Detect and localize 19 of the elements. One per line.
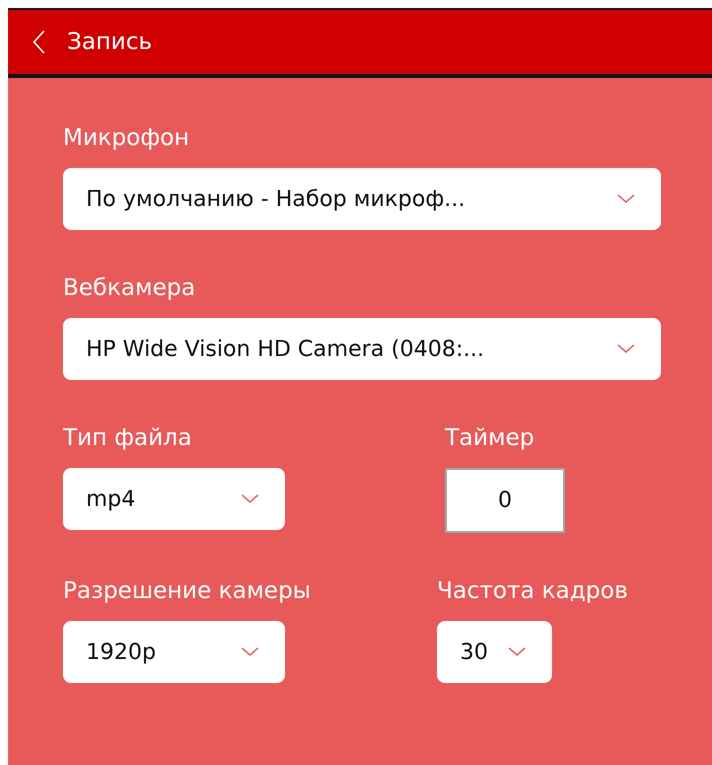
field-label: Разрешение камеры	[63, 577, 312, 606]
field-label: Тип файла	[63, 424, 193, 453]
dropdown[interactable]: 1920p	[63, 621, 285, 683]
chevron-down-icon	[241, 494, 259, 504]
page-title: Запись	[67, 29, 152, 55]
chevron-down-icon	[241, 647, 259, 657]
dropdown[interactable]: HP Wide Vision HD Camera (0408:...	[63, 318, 661, 380]
chevron-down-icon	[617, 344, 635, 354]
field-label: Микрофон	[63, 124, 190, 153]
field-label: Частота кадров	[437, 577, 628, 606]
chevron-down-icon	[617, 194, 635, 204]
dropdown[interactable]: 30	[437, 621, 552, 683]
dropdown[interactable]: mp4	[63, 468, 285, 530]
field-label: Таймер	[445, 424, 536, 453]
chevron-down-icon	[508, 647, 526, 657]
input-field[interactable]: 0	[445, 468, 565, 533]
dropdown[interactable]: По умолчанию - Набор микроф...	[63, 168, 661, 230]
field-label: Вебкамера	[63, 274, 196, 303]
back-button[interactable]	[33, 30, 45, 54]
